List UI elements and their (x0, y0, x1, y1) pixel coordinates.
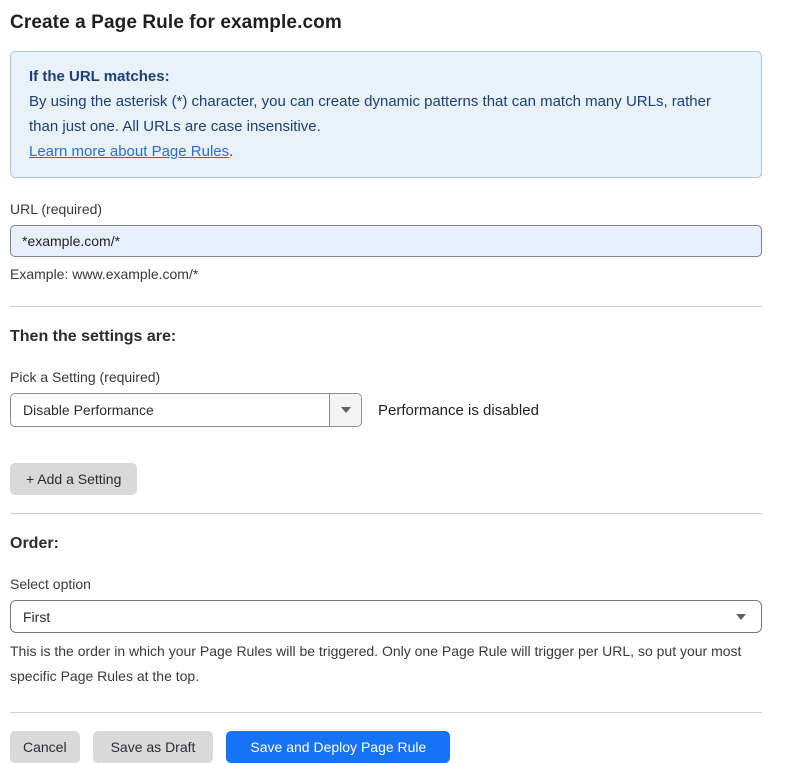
setting-select[interactable]: Disable Performance (10, 393, 362, 427)
order-select-wrap: First (10, 600, 762, 633)
settings-section-heading: Then the settings are: (10, 328, 762, 346)
order-select-value: First (11, 601, 736, 632)
info-box-heading: If the URL matches: (29, 64, 743, 89)
url-match-info-box: If the URL matches: By using the asteris… (10, 51, 762, 178)
learn-more-link[interactable]: Learn more about Page Rules (29, 143, 229, 160)
save-as-draft-button[interactable]: Save as Draft (93, 731, 214, 763)
divider (10, 513, 762, 514)
divider (10, 712, 762, 713)
setting-select-value: Disable Performance (11, 394, 329, 426)
info-box-body-text: By using the asterisk (*) character, you… (29, 93, 711, 135)
setting-select-arrow-button[interactable] (329, 394, 361, 426)
chevron-down-icon (736, 614, 746, 620)
divider (10, 306, 762, 307)
page-title: Create a Page Rule for example.com (10, 12, 762, 34)
order-help-text: This is the order in which your Page Rul… (10, 639, 762, 689)
order-select[interactable]: First (10, 600, 762, 633)
chevron-down-icon (341, 407, 351, 413)
footer-actions: Cancel Save as Draft Save and Deploy Pag… (10, 731, 762, 763)
cancel-button[interactable]: Cancel (10, 731, 80, 763)
page-rule-form: Create a Page Rule for example.com If th… (0, 0, 790, 763)
info-box-body: By using the asterisk (*) character, you… (29, 89, 743, 164)
setting-picker-label: Pick a Setting (required) (10, 369, 762, 385)
order-section-heading: Order: (10, 535, 762, 553)
url-field-label: URL (required) (10, 201, 762, 217)
setting-row: Disable Performance Performance is disab… (10, 393, 762, 427)
add-setting-button[interactable]: + Add a Setting (10, 463, 137, 495)
setting-status-text: Performance is disabled (378, 402, 539, 419)
order-select-arrow (736, 601, 761, 632)
link-suffix: . (229, 143, 233, 160)
url-example-text: Example: www.example.com/* (10, 266, 762, 282)
url-input[interactable] (10, 225, 762, 257)
save-and-deploy-button[interactable]: Save and Deploy Page Rule (226, 731, 450, 763)
order-select-label: Select option (10, 576, 762, 592)
